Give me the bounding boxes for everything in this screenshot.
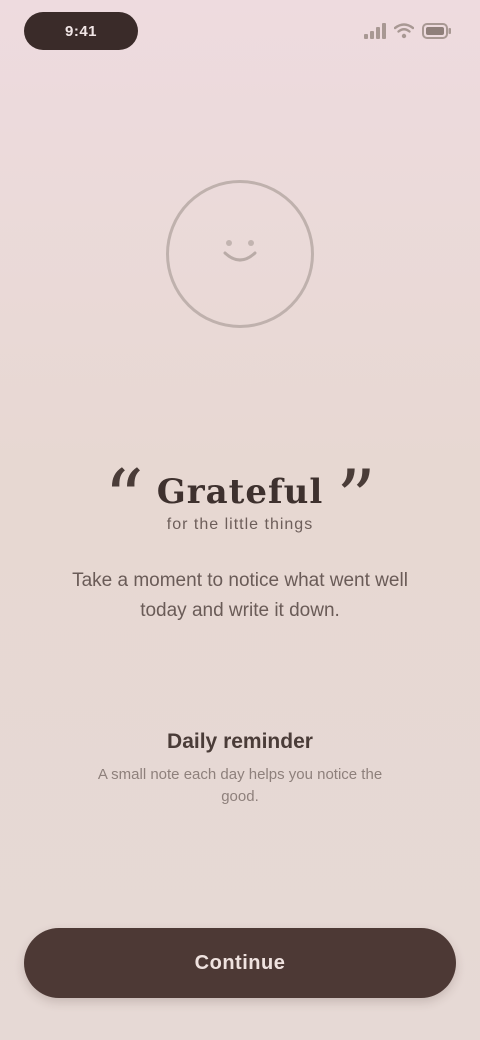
battery-icon — [422, 23, 452, 39]
note-block: Daily reminder A small note each day hel… — [0, 730, 480, 808]
close-quote-mark: ” — [336, 454, 376, 544]
note-text: A small note each day helps you notice t… — [97, 766, 383, 805]
description-text: Take a moment to notice what went well t… — [72, 570, 408, 621]
continue-button-label: Continue — [194, 951, 286, 974]
quote-subtitle: for the little things — [166, 516, 314, 533]
wifi-icon — [393, 23, 415, 39]
continue-button[interactable]: Continue — [24, 928, 456, 998]
smile-face-icon — [195, 207, 285, 302]
status-time-pill: 9:41 — [24, 12, 138, 50]
status-icons — [364, 18, 452, 44]
quote-block: “ Grateful for the little things ” — [0, 454, 480, 544]
hero-illustration — [0, 180, 480, 350]
hero-circle — [166, 180, 314, 328]
note-title: Daily reminder — [167, 730, 313, 753]
status-bar: 9:41 — [0, 0, 480, 64]
signal-icon — [364, 23, 386, 39]
status-time: 9:41 — [64, 22, 98, 40]
quote-title: Grateful — [156, 472, 324, 512]
